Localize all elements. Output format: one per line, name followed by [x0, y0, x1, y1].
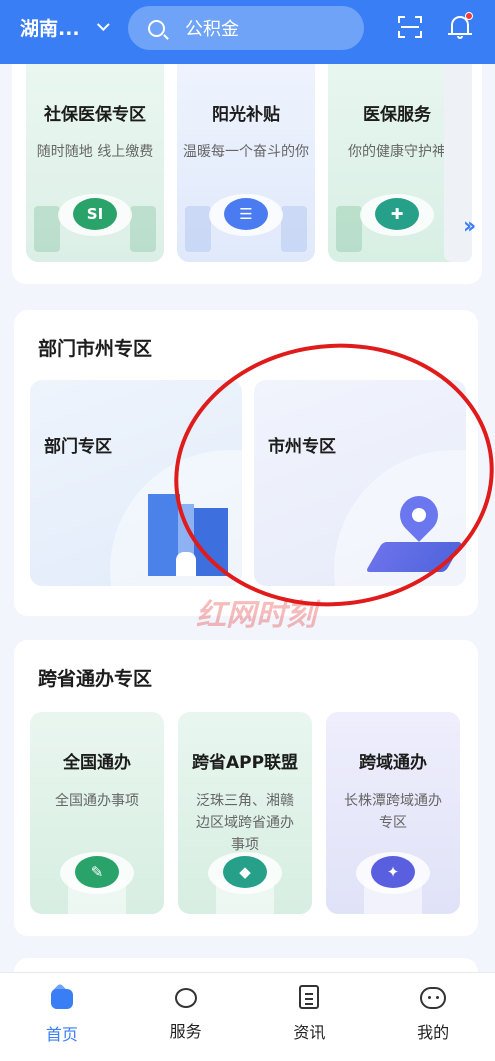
card-title: 部门专区: [44, 437, 112, 457]
featured-services-card: 社保医保专区 随时随地 线上缴费 SI 阳光补贴 温暖每一个奋斗的你 ☰ 医保服…: [12, 64, 482, 284]
bottom-tab-bar: 首页 服务 资讯 我的: [0, 972, 495, 1061]
home-icon: [49, 983, 75, 1011]
service-desc: 你的健康守护神: [348, 144, 446, 160]
notification-dot: [465, 12, 473, 20]
city-selector[interactable]: 湖南...: [20, 14, 110, 41]
news-icon: [299, 985, 320, 1009]
card-desc: 长株潭跨域通办专区: [344, 793, 442, 831]
search-placeholder: 公积金: [185, 19, 239, 40]
notification-bell-icon[interactable]: [448, 12, 473, 40]
watermark: 红网时刻: [196, 598, 316, 633]
card-title: 跨省APP联盟: [191, 753, 299, 773]
tab-label: 服务: [169, 1022, 202, 1041]
dept-city-section: 部门市州专区 部门专区 市州专区: [14, 310, 478, 616]
medical-shield-icon: ✚: [375, 198, 419, 230]
cross-region-card[interactable]: 跨域通办 长株潭跨域通办专区 ✦: [326, 712, 460, 914]
section-title: 跨省通办专区: [38, 668, 153, 690]
id-card-icon: ☰: [224, 198, 268, 230]
chevron-down-icon: [96, 18, 110, 32]
service-desc: 随时随地 线上缴费: [36, 144, 154, 160]
service-heart-icon: [174, 988, 197, 1008]
profile-icon: [420, 987, 447, 1009]
city-zone-card[interactable]: 市州专区: [254, 380, 466, 586]
card-title: 市州专区: [268, 437, 336, 457]
scan-icon[interactable]: [398, 16, 422, 38]
section-title: 部门市州专区: [38, 338, 153, 360]
dept-zone-card[interactable]: 部门专区: [30, 380, 242, 586]
tab-label: 资讯: [293, 1023, 326, 1042]
service-card-sunshine-subsidy[interactable]: 阳光补贴 温暖每一个奋斗的你 ☰: [177, 64, 315, 262]
service-card-social-security[interactable]: 社保医保专区 随时随地 线上缴费 SI: [26, 64, 164, 262]
social-security-icon: SI: [73, 198, 117, 230]
tab-profile[interactable]: 我的: [371, 973, 495, 1061]
service-title: 阳光补贴: [212, 105, 280, 125]
region-map-icon: ✦: [371, 856, 415, 888]
map-pin-icon: [365, 488, 463, 576]
location-icon: ◆: [223, 856, 267, 888]
tab-services[interactable]: 服务: [124, 973, 248, 1061]
service-desc: 温暖每一个奋斗的你: [183, 144, 309, 160]
card-desc: 泛珠三角、湘赣边区域跨省通办事项: [196, 793, 294, 853]
search-bar[interactable]: 公积金: [128, 6, 364, 50]
tab-news[interactable]: 资讯: [248, 973, 372, 1061]
card-title: 跨域通办: [359, 753, 427, 773]
tab-label: 我的: [417, 1023, 450, 1042]
tab-label: 首页: [45, 1025, 78, 1044]
card-title: 全国通办: [63, 753, 131, 773]
search-icon: [148, 19, 165, 37]
city-label: 湖南...: [20, 18, 80, 40]
card-desc: 全国通办事项: [55, 793, 139, 809]
national-service-card[interactable]: 全国通办 全国通办事项 ✎: [30, 712, 164, 914]
service-title: 社保医保专区: [44, 105, 146, 125]
top-header: 湖南... 公积金: [0, 0, 495, 64]
app-alliance-card[interactable]: 跨省APP联盟 泛珠三角、湘赣边区域跨省通办事项 ◆: [178, 712, 312, 914]
double-chevron-right-icon[interactable]: ››: [463, 214, 476, 239]
cross-province-section: 跨省通办专区 全国通办 全国通办事项 ✎ 跨省APP联盟 泛珠三角、湘赣边区域跨…: [14, 640, 478, 936]
building-icon: [148, 494, 230, 576]
checklist-icon: ✎: [75, 856, 119, 888]
tab-home[interactable]: 首页: [0, 973, 124, 1061]
